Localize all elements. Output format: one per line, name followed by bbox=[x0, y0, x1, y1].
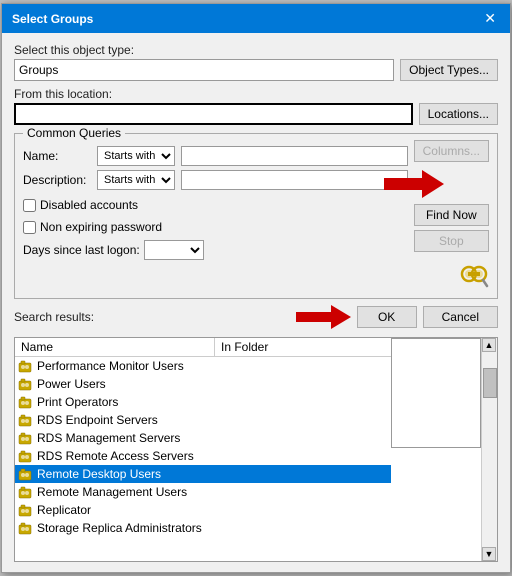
common-queries-legend: Common Queries bbox=[23, 126, 125, 140]
table-row[interactable]: RDS Management Servers bbox=[15, 429, 391, 447]
days-since-row: Days since last logon: bbox=[23, 240, 408, 260]
cancel-button[interactable]: Cancel bbox=[423, 306, 498, 328]
result-item-name: Power Users bbox=[37, 377, 217, 391]
object-types-button[interactable]: Object Types... bbox=[400, 59, 498, 81]
group-icon bbox=[17, 430, 33, 446]
table-row[interactable]: Remote Desktop Users bbox=[15, 465, 391, 483]
disabled-accounts-row: Disabled accounts bbox=[23, 198, 408, 212]
group-icon bbox=[17, 394, 33, 410]
result-item-name: Print Operators bbox=[37, 395, 217, 409]
query-fields: Name: Starts with Description: Starts wi… bbox=[23, 140, 408, 290]
query-content: Name: Starts with Description: Starts wi… bbox=[23, 140, 489, 290]
select-groups-dialog: Select Groups ✕ Select this object type:… bbox=[1, 3, 511, 573]
group-icon bbox=[17, 502, 33, 518]
object-type-section: Select this object type: Object Types... bbox=[14, 43, 498, 81]
find-now-button[interactable]: Find Now bbox=[414, 204, 489, 226]
description-starts-with-select[interactable]: Starts with bbox=[97, 170, 175, 190]
scroll-down-arrow[interactable]: ▼ bbox=[482, 547, 496, 561]
name-starts-with-select[interactable]: Starts with bbox=[97, 146, 175, 166]
ok-button[interactable]: OK bbox=[357, 306, 417, 328]
stop-button[interactable]: Stop bbox=[414, 230, 489, 252]
result-item-name: Remote Desktop Users bbox=[37, 467, 217, 481]
group-icon bbox=[17, 484, 33, 500]
table-row[interactable]: Power Users bbox=[15, 375, 391, 393]
common-queries-group: Common Queries Name: Starts with Descrip… bbox=[14, 133, 498, 299]
col-name-header: Name bbox=[15, 338, 215, 356]
title-bar: Select Groups ✕ bbox=[2, 4, 510, 33]
result-item-name: RDS Remote Access Servers bbox=[37, 449, 217, 463]
results-list: Performance Monitor Users Power Users Prin… bbox=[15, 357, 391, 561]
col-folder-header: In Folder bbox=[215, 338, 391, 356]
non-expiring-row: Non expiring password bbox=[23, 220, 408, 234]
group-icon bbox=[17, 466, 33, 482]
object-type-label: Select this object type: bbox=[14, 43, 498, 57]
result-item-name: RDS Management Servers bbox=[37, 431, 217, 445]
object-type-input[interactable] bbox=[14, 59, 394, 81]
folder-box-area bbox=[391, 338, 481, 561]
table-row[interactable]: Replicator bbox=[15, 501, 391, 519]
table-row[interactable]: Storage Replica Administrators bbox=[15, 519, 391, 537]
disabled-accounts-label: Disabled accounts bbox=[40, 198, 138, 212]
result-item-name: RDS Endpoint Servers bbox=[37, 413, 217, 427]
result-item-name: Storage Replica Administrators bbox=[37, 521, 217, 535]
description-input[interactable] bbox=[181, 170, 408, 190]
find-now-arrow-area bbox=[384, 170, 489, 198]
group-icon bbox=[17, 376, 33, 392]
location-input[interactable] bbox=[14, 103, 413, 125]
columns-button[interactable]: Columns... bbox=[414, 140, 489, 162]
folder-box bbox=[391, 338, 481, 448]
disabled-accounts-checkbox[interactable] bbox=[23, 199, 36, 212]
group-icon bbox=[17, 448, 33, 464]
results-list-area: Name In Folder Performance Monitor Users… bbox=[15, 338, 391, 561]
description-row: Description: Starts with bbox=[23, 170, 408, 190]
table-row[interactable]: Remote Management Users bbox=[15, 483, 391, 501]
location-section: From this location: Locations... bbox=[14, 87, 498, 125]
results-table: Name In Folder Performance Monitor Users… bbox=[14, 337, 498, 562]
dialog-title: Select Groups bbox=[12, 12, 93, 26]
days-since-label: Days since last logon: bbox=[23, 243, 140, 257]
close-button[interactable]: ✕ bbox=[480, 10, 500, 27]
result-item-name: Remote Management Users bbox=[37, 485, 217, 499]
table-row[interactable]: Print Operators bbox=[15, 393, 391, 411]
query-right: Columns... Find Now Stop bbox=[414, 140, 489, 290]
ok-arrow-icon bbox=[296, 305, 351, 329]
scrollbar[interactable]: ▲ ▼ bbox=[481, 338, 497, 561]
table-row[interactable]: RDS Remote Access Servers bbox=[15, 447, 391, 465]
search-binoculars-icon bbox=[459, 260, 489, 290]
days-select[interactable] bbox=[144, 240, 204, 260]
results-header-row: Search results: OK Cancel bbox=[14, 305, 498, 329]
non-expiring-label: Non expiring password bbox=[40, 220, 162, 234]
results-column-headers: Name In Folder bbox=[15, 338, 391, 357]
name-label: Name: bbox=[23, 149, 91, 163]
description-label: Description: bbox=[23, 173, 91, 187]
locations-button[interactable]: Locations... bbox=[419, 103, 498, 125]
scrollbar-thumb[interactable] bbox=[483, 368, 497, 398]
non-expiring-checkbox[interactable] bbox=[23, 221, 36, 234]
scroll-up-arrow[interactable]: ▲ bbox=[482, 338, 496, 352]
name-row: Name: Starts with bbox=[23, 146, 408, 166]
group-icon bbox=[17, 520, 33, 536]
name-input[interactable] bbox=[181, 146, 408, 166]
ok-cancel-area: OK Cancel bbox=[94, 305, 498, 329]
location-label: From this location: bbox=[14, 87, 498, 101]
search-results-label: Search results: bbox=[14, 310, 94, 324]
group-icon bbox=[17, 412, 33, 428]
result-item-name: Performance Monitor Users bbox=[37, 359, 217, 373]
group-icon bbox=[17, 358, 33, 374]
dialog-body: Select this object type: Object Types...… bbox=[2, 33, 510, 572]
table-row[interactable]: RDS Endpoint Servers bbox=[15, 411, 391, 429]
search-icon-area bbox=[414, 260, 489, 290]
table-row[interactable]: Performance Monitor Users bbox=[15, 357, 391, 375]
red-arrow-right-icon bbox=[384, 170, 444, 198]
result-item-name: Replicator bbox=[37, 503, 217, 517]
